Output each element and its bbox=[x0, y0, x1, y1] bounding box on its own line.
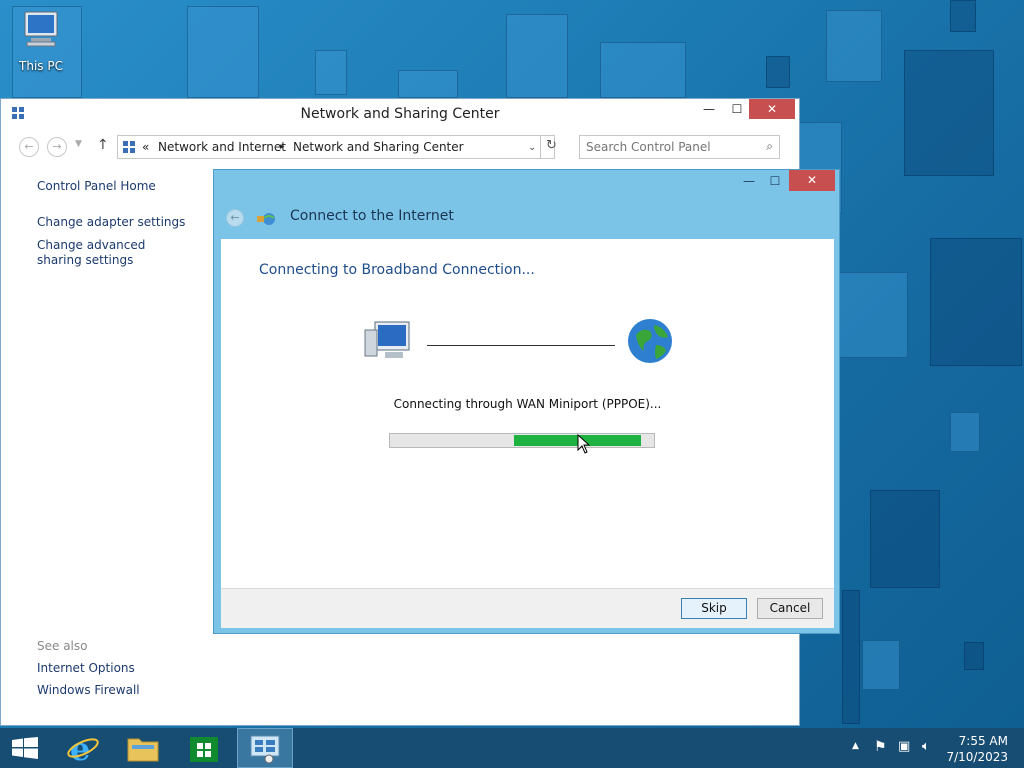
bg-square bbox=[187, 6, 259, 98]
dialog-footer: Skip Cancel bbox=[221, 588, 834, 628]
network-status-icon[interactable]: ▣ bbox=[898, 739, 910, 754]
close-button[interactable]: ✕ bbox=[789, 170, 835, 191]
connect-to-internet-dialog: — ☐ ✕ ← Connect to the Internet Connecti… bbox=[213, 169, 840, 634]
left-pane: Control Panel Home Change adapter settin… bbox=[37, 179, 207, 268]
dialog-heading: Connecting to Broadband Connection... bbox=[259, 262, 535, 278]
minimize-button[interactable]: — bbox=[736, 171, 762, 191]
start-icon bbox=[12, 737, 38, 759]
bg-square bbox=[930, 238, 1022, 366]
bg-square bbox=[964, 642, 984, 670]
address-toolbar: ← → ▼ ↑ « Network and Internet ▸ Network… bbox=[15, 135, 785, 159]
bg-square bbox=[842, 590, 860, 724]
breadcrumb-prefix[interactable]: « bbox=[142, 140, 149, 154]
breadcrumb-separator-icon[interactable]: ▸ bbox=[280, 142, 285, 152]
change-advanced-sharing-link[interactable]: Change advanced sharing settings bbox=[37, 238, 187, 268]
skip-button[interactable]: Skip bbox=[681, 598, 747, 619]
bg-square bbox=[904, 50, 994, 176]
divider bbox=[540, 136, 541, 158]
windows-firewall-link[interactable]: Windows Firewall bbox=[37, 683, 140, 697]
breadcrumb-network-sharing-center[interactable]: Network and Sharing Center bbox=[293, 140, 464, 154]
bg-square bbox=[826, 10, 882, 82]
globe-icon bbox=[628, 319, 672, 363]
bg-square bbox=[862, 640, 900, 690]
dialog-title: Connect to the Internet bbox=[290, 208, 454, 224]
internet-explorer-icon: e bbox=[67, 731, 99, 765]
internet-options-link[interactable]: Internet Options bbox=[37, 661, 140, 675]
taskbar: e ▲ ⚑ ▣ 🔈︎ 7:55 AM 7/10/2023 bbox=[0, 728, 1024, 768]
connection-line bbox=[427, 345, 615, 346]
forward-button[interactable]: → bbox=[47, 137, 67, 157]
window-titlebar[interactable]: Network and Sharing Center — ☐ ✕ bbox=[1, 99, 799, 129]
mouse-cursor-icon bbox=[577, 434, 591, 454]
show-hidden-icons-icon[interactable]: ▲ bbox=[852, 741, 859, 751]
this-pc-shortcut[interactable]: This PC bbox=[10, 8, 72, 78]
volume-muted-icon[interactable]: 🔈︎ bbox=[922, 739, 930, 754]
bg-square bbox=[315, 50, 347, 95]
search-input[interactable] bbox=[586, 137, 756, 157]
minimize-button[interactable]: — bbox=[695, 99, 723, 119]
breadcrumb-network-internet[interactable]: Network and Internet bbox=[158, 140, 286, 154]
chevron-down-icon[interactable]: ⌄ bbox=[528, 142, 536, 153]
search-icon[interactable]: ⌕ bbox=[766, 139, 773, 154]
bg-square bbox=[600, 42, 686, 98]
bg-square bbox=[506, 14, 568, 98]
see-also-header: See also bbox=[37, 639, 88, 653]
see-also-section: See also Internet Options Windows Firewa… bbox=[37, 639, 140, 697]
desktop-icon-label: This PC bbox=[19, 59, 63, 73]
bg-square bbox=[870, 490, 940, 588]
maximize-button[interactable]: ☐ bbox=[723, 99, 751, 119]
bg-square bbox=[950, 0, 976, 32]
bg-square bbox=[398, 70, 458, 98]
back-button[interactable]: ← bbox=[19, 137, 39, 157]
search-box[interactable]: ⌕ bbox=[579, 135, 780, 159]
start-button[interactable] bbox=[0, 728, 56, 768]
computer-icon bbox=[24, 11, 58, 47]
store-taskbar[interactable] bbox=[176, 728, 232, 768]
clock-date: 7/10/2023 bbox=[946, 750, 1008, 764]
cancel-button[interactable]: Cancel bbox=[757, 598, 823, 619]
change-adapter-settings-link[interactable]: Change adapter settings bbox=[37, 215, 207, 230]
dialog-content: Connecting to Broadband Connection... Co… bbox=[221, 239, 834, 588]
control-panel-taskbar[interactable] bbox=[237, 728, 293, 768]
bg-square bbox=[950, 412, 980, 452]
computer-icon bbox=[364, 321, 410, 358]
connect-internet-icon bbox=[257, 213, 275, 225]
file-explorer-taskbar[interactable] bbox=[116, 728, 172, 768]
window-title: Network and Sharing Center bbox=[300, 106, 500, 122]
control-panel-icon bbox=[250, 735, 280, 764]
store-icon bbox=[190, 737, 218, 762]
refresh-icon[interactable]: ↻ bbox=[546, 138, 557, 153]
close-button[interactable]: ✕ bbox=[749, 99, 795, 119]
action-center-flag-icon[interactable]: ⚑ bbox=[874, 739, 887, 755]
bg-square bbox=[838, 272, 908, 358]
bg-square bbox=[766, 56, 790, 88]
progress-bar bbox=[389, 433, 655, 448]
network-icon bbox=[123, 141, 135, 153]
file-explorer-icon bbox=[127, 738, 159, 762]
back-arrow-icon[interactable]: ← bbox=[226, 209, 244, 227]
connection-status: Connecting through WAN Miniport (PPPOE).… bbox=[393, 397, 662, 411]
clock-time: 7:55 AM bbox=[958, 734, 1008, 748]
internet-explorer-taskbar[interactable]: e bbox=[56, 728, 112, 768]
control-panel-home-link[interactable]: Control Panel Home bbox=[37, 179, 207, 194]
maximize-button[interactable]: ☐ bbox=[762, 171, 788, 191]
recent-dropdown-icon[interactable]: ▼ bbox=[75, 139, 82, 149]
address-bar[interactable]: « Network and Internet ▸ Network and Sha… bbox=[117, 135, 557, 159]
up-arrow-icon[interactable]: ↑ bbox=[97, 137, 109, 153]
system-clock[interactable]: 7:55 AM 7/10/2023 bbox=[946, 733, 1008, 765]
